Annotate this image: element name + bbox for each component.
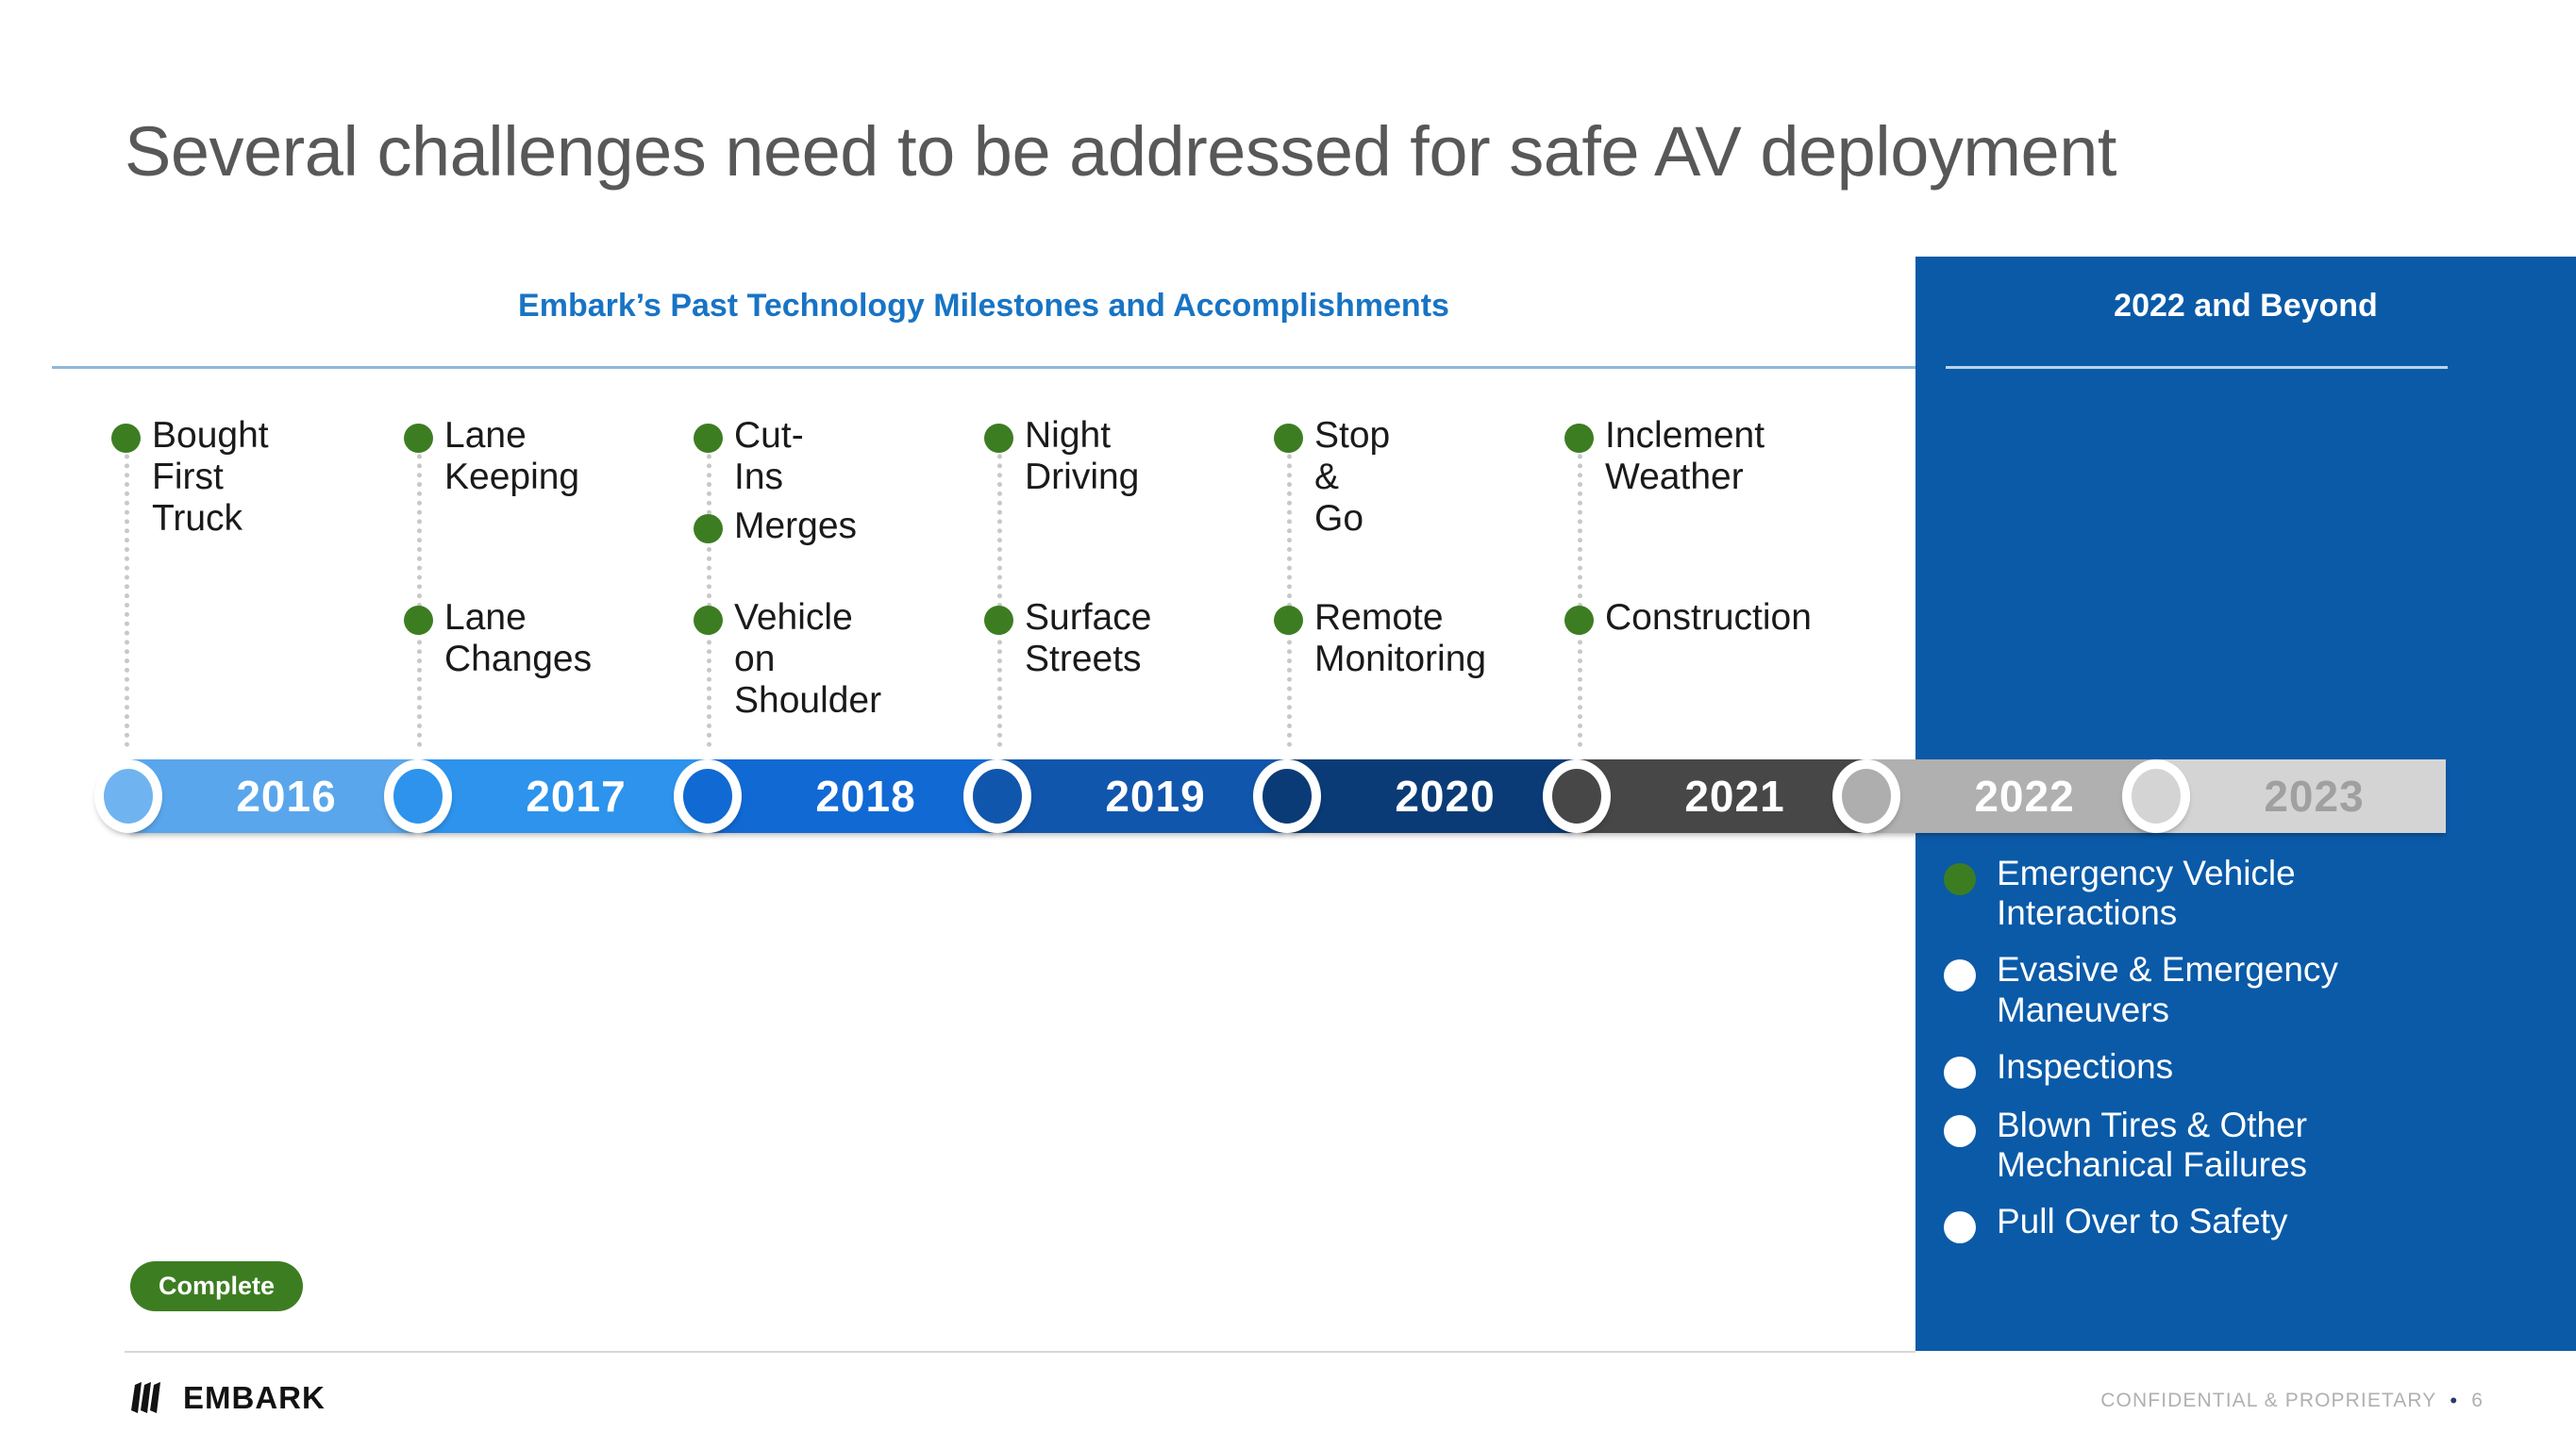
timeline-year-label: 2016 <box>236 772 337 821</box>
timeline-year-label: 2019 <box>1105 772 1206 821</box>
timeline-year-label: 2017 <box>526 772 627 821</box>
timeline-node-fill <box>1263 769 1312 824</box>
future-item-label: Inspections <box>1997 1046 2174 1086</box>
milestone-columns: Bought First Truck Lane Keeping Lane Chang… <box>0 0 1915 783</box>
embark-logo-text: EMBARK <box>183 1380 326 1415</box>
timeline-year-label: 2021 <box>1684 772 1785 821</box>
timeline-node-fill <box>1552 769 1601 824</box>
future-item-label: Evasive & Emergency Maneuvers <box>1997 950 2338 1029</box>
milestone-item: Cut-Ins <box>694 415 804 498</box>
page-number: 6 <box>2471 1390 2484 1411</box>
future-item: Blown Tires & Other Mechanical Failures <box>1944 1106 2557 1185</box>
future-item: Pull Over to Safety <box>1944 1202 2557 1244</box>
milestone-dot-icon <box>1564 606 1594 635</box>
milestone-item: Lane Changes <box>404 597 592 680</box>
timeline-node-2018[interactable] <box>674 759 742 833</box>
milestone-label: Surface Streets <box>1025 597 1152 680</box>
timeline-node-fill <box>683 769 732 824</box>
timeline-node-2019[interactable] <box>963 759 1031 833</box>
milestone-item: Lane Keeping <box>404 415 579 498</box>
future-item: Emergency Vehicle Interactions <box>1944 854 2557 933</box>
timeline-year-label: 2023 <box>2264 772 2365 821</box>
timeline-year-label: 2020 <box>1395 772 1496 821</box>
future-item-label: Pull Over to Safety <box>1997 1202 2288 1241</box>
status-badge-complete: Complete <box>130 1261 304 1311</box>
milestone-dot-icon <box>984 606 1013 635</box>
milestone-item: Merges <box>694 506 857 547</box>
timeline-node-fill <box>973 769 1022 824</box>
milestone-label: Night Driving <box>1025 415 1140 498</box>
footer-meta: CONFIDENTIAL & PROPRIETARY • 6 <box>2100 1389 2484 1413</box>
timeline-node-fill <box>393 769 443 824</box>
milestone-label: Lane Keeping <box>444 415 580 498</box>
slide-canvas: Several challenges need to be addressed … <box>0 0 2576 1449</box>
milestone-label: Merges <box>734 506 858 546</box>
heading-rule-right <box>1946 366 2448 369</box>
future-items-list: Emergency Vehicle Interactions Evasive & … <box>1944 854 2557 1260</box>
future-item-dot-icon <box>1944 1211 1976 1244</box>
milestone-dot-icon <box>404 424 433 453</box>
timeline-bar: 2016 2017 2018 2019 2020 2021 2022 2023 <box>94 759 2491 833</box>
timeline-segment-2023[interactable]: 2023 <box>2156 759 2446 833</box>
future-item-dot-icon <box>1944 863 1976 895</box>
future-item-label: Blown Tires & Other Mechanical Failures <box>1997 1105 2308 1184</box>
timeline-year-label: 2018 <box>815 772 916 821</box>
milestone-dot-icon <box>111 424 141 453</box>
milestone-label: Construction <box>1605 597 1812 638</box>
future-item-dot-icon <box>1944 1114 1976 1147</box>
milestone-dot-icon <box>694 424 723 453</box>
timeline-node-2017[interactable] <box>384 759 452 833</box>
future-item: Inspections <box>1944 1047 2557 1089</box>
milestone-item: Construction <box>1564 597 1812 639</box>
milestone-label: Cut-Ins <box>734 415 804 498</box>
embark-logo: EMBARK <box>125 1379 326 1417</box>
milestone-dot-icon <box>1274 606 1303 635</box>
timeline-node-2016[interactable] <box>94 759 162 833</box>
timeline-segment-2017[interactable]: 2017 <box>418 759 708 833</box>
timeline-segment-2016[interactable]: 2016 <box>128 759 418 833</box>
timeline-node-2020[interactable] <box>1253 759 1321 833</box>
timeline-year-label: 2022 <box>1974 772 2075 821</box>
confidential-label: CONFIDENTIAL & PROPRIETARY <box>2100 1390 2437 1411</box>
timeline-node-fill <box>104 769 153 824</box>
milestone-item: Stop & Go <box>1274 415 1390 540</box>
footer-divider <box>125 1351 1915 1353</box>
milestone-item: Remote Monitoring <box>1274 597 1486 680</box>
milestone-label: Vehicle on Shoulder <box>734 597 882 722</box>
milestone-item: Night Driving <box>984 415 1139 498</box>
future-item-dot-icon <box>1944 959 1976 992</box>
future-item-label: Emergency Vehicle Interactions <box>1997 854 2296 933</box>
milestone-dot-icon <box>404 606 433 635</box>
timeline-node-fill <box>2132 769 2181 824</box>
milestone-label: Lane Changes <box>444 597 593 680</box>
milestone-label: Inclement Weather <box>1605 415 1765 498</box>
milestone-item: Bought First Truck <box>111 415 269 540</box>
milestone-item: Vehicle on Shoulder <box>694 597 881 722</box>
timeline-node-2022[interactable] <box>1832 759 1900 833</box>
milestone-label: Stop & Go <box>1314 415 1391 540</box>
milestone-dot-icon <box>694 514 723 543</box>
milestone-dot-icon <box>1564 424 1594 453</box>
timeline-segment-2021[interactable]: 2021 <box>1577 759 1866 833</box>
milestone-label: Remote Monitoring <box>1314 597 1487 680</box>
future-item: Evasive & Emergency Maneuvers <box>1944 950 2557 1029</box>
timeline-node-2021[interactable] <box>1543 759 1611 833</box>
milestone-dot-icon <box>694 606 723 635</box>
timeline-segment-2018[interactable]: 2018 <box>708 759 997 833</box>
milestone-item: Surface Streets <box>984 597 1151 680</box>
milestone-label: Bought First Truck <box>152 415 269 540</box>
future-item-dot-icon <box>1944 1056 1976 1089</box>
timeline-segment-2022[interactable]: 2022 <box>1866 759 2156 833</box>
timeline-segment-2020[interactable]: 2020 <box>1287 759 1577 833</box>
footer-separator: • <box>2450 1389 2459 1412</box>
timeline-node-fill <box>1842 769 1891 824</box>
milestone-item: Inclement Weather <box>1564 415 1765 498</box>
milestone-dot-icon <box>984 424 1013 453</box>
timeline-node-2023[interactable] <box>2122 759 2190 833</box>
right-section-heading: 2022 and Beyond <box>2114 288 2378 324</box>
embark-logo-mark <box>131 1382 160 1413</box>
milestone-dot-icon <box>1274 424 1303 453</box>
timeline-segment-2019[interactable]: 2019 <box>997 759 1287 833</box>
